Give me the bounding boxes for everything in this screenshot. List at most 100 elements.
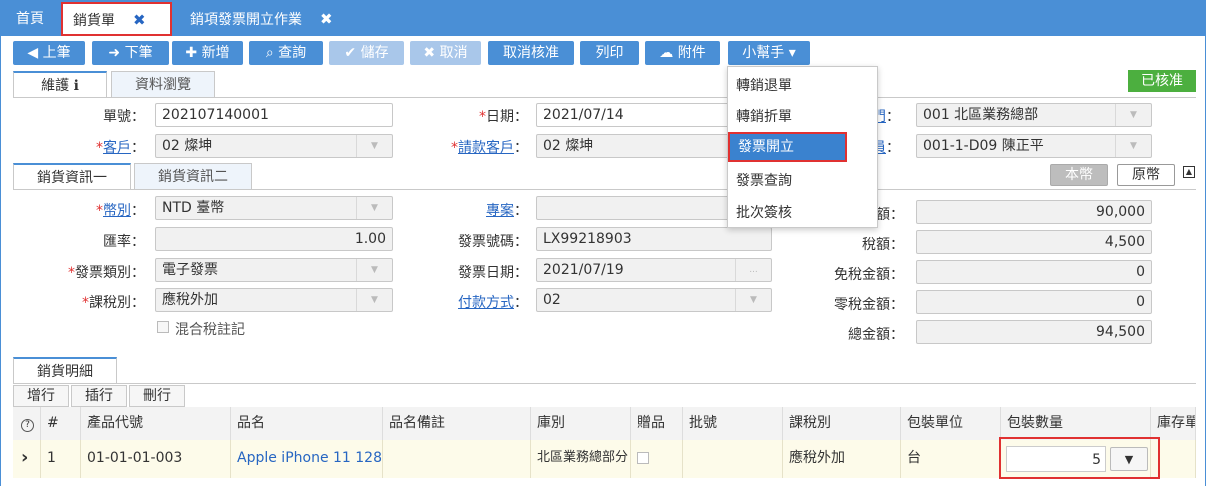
row-selected-icon[interactable]: ›: [13, 440, 41, 478]
zero-tax-label: 零稅金額：: [834, 297, 904, 313]
print-button[interactable]: 列印: [580, 41, 639, 65]
tab-info-two[interactable]: 銷貨資訊二: [134, 163, 252, 189]
close-icon[interactable]: ✖: [133, 11, 146, 29]
chevron-down-icon[interactable]: ▼: [1115, 135, 1151, 157]
tab-detail[interactable]: 銷貨明細: [13, 357, 117, 383]
menu-item-issue-invoice[interactable]: 發票開立: [728, 132, 847, 162]
chevron-down-icon[interactable]: ▼: [1115, 104, 1151, 126]
chevron-down-icon[interactable]: ▼: [356, 259, 392, 281]
mixed-tax-label: 混合稅註記: [175, 322, 245, 338]
menu-item-invoice-query[interactable]: 發票查詢: [728, 166, 877, 196]
help-icon[interactable]: ?: [13, 407, 41, 440]
col-header-gift: 贈品: [631, 407, 683, 440]
gift-checkbox[interactable]: [637, 452, 649, 464]
exempt-label: 免稅金額：: [834, 267, 904, 283]
cancel-button[interactable]: ✖ 取消: [410, 41, 481, 65]
tab-home[interactable]: 首頁: [6, 0, 54, 36]
add-row-button[interactable]: 增行: [13, 385, 69, 407]
row-name[interactable]: Apple iPhone 11 128G: [231, 440, 383, 478]
row-batch[interactable]: [683, 440, 783, 478]
chevron-down-icon[interactable]: ▼: [356, 197, 392, 219]
qty-input[interactable]: 5: [1006, 446, 1106, 472]
mixed-tax-checkbox[interactable]: [157, 321, 169, 333]
customer-field[interactable]: 02 燦坤 ▼: [155, 134, 393, 158]
add-button[interactable]: ✚ 新增: [172, 41, 243, 65]
row-tax[interactable]: 應稅外加: [783, 440, 901, 478]
rate-label: 匯率：: [103, 234, 145, 250]
doc-no-label: 單號：: [103, 109, 145, 125]
original-currency-button[interactable]: 原幣: [1117, 164, 1175, 186]
chevron-down-icon[interactable]: ▼: [356, 289, 392, 311]
close-icon[interactable]: ✖: [320, 10, 333, 28]
zero-tax-field[interactable]: 0: [916, 290, 1152, 314]
info-icon: ℹ: [73, 78, 79, 94]
row-note[interactable]: [383, 440, 531, 478]
tab-invoice-issue-label: 銷項發票開立作業: [190, 12, 302, 28]
total-label: 總金額：: [848, 327, 904, 343]
amount-field[interactable]: 90,000: [916, 200, 1152, 224]
attach-button[interactable]: ☁ 附件: [645, 41, 720, 65]
menu-item-sales-discount[interactable]: 轉銷折單: [728, 102, 877, 132]
menu-item-batch-approve[interactable]: 批次簽核: [728, 198, 877, 228]
col-header-name: 品名: [231, 407, 383, 440]
project-field[interactable]: [536, 196, 736, 220]
col-header-unit: 包裝單位: [901, 407, 1001, 440]
row-gift[interactable]: [631, 440, 683, 478]
bill-customer-field[interactable]: 02 燦坤: [536, 134, 736, 158]
next-button[interactable]: ➜ 下筆: [92, 41, 169, 65]
doc-no-field[interactable]: 202107140001: [155, 103, 393, 127]
payment-field[interactable]: 02 ▼: [536, 288, 772, 312]
tax-type-label: *課稅別：: [82, 295, 145, 311]
tab-info-one[interactable]: 銷貨資訊一: [13, 163, 131, 189]
collapse-icon[interactable]: ▲: [1183, 166, 1195, 178]
col-header-batch: 批號: [683, 407, 783, 440]
tab-maintain-label: 維護: [41, 78, 70, 94]
chevron-down-icon[interactable]: ▼: [356, 135, 392, 157]
date-label: *日期：: [479, 109, 528, 125]
tab-maintain[interactable]: 維護 ℹ: [13, 71, 107, 97]
local-currency-button[interactable]: 本幣: [1050, 164, 1108, 186]
exempt-field[interactable]: 0: [916, 260, 1152, 284]
query-button[interactable]: ⌕ 查詢: [249, 41, 323, 65]
col-header-note: 品名備註: [383, 407, 531, 440]
divider: [13, 189, 1196, 190]
row-warehouse[interactable]: 北區業務總部分: [531, 440, 631, 478]
dept-field[interactable]: 001 北區業務總部 ▼: [916, 103, 1152, 127]
invoice-no-label: 發票號碼：: [458, 234, 528, 250]
qty-dropdown-button[interactable]: ▼: [1110, 447, 1148, 471]
col-header-code: 產品代號: [81, 407, 231, 440]
rate-field[interactable]: 1.00: [155, 227, 393, 251]
tax-type-field[interactable]: 應稅外加 ▼: [155, 288, 393, 312]
tab-invoice-issue[interactable]: 銷項發票開立作業 ✖: [180, 0, 343, 36]
col-header-qty: 包裝數量: [1001, 407, 1151, 440]
delete-row-button[interactable]: 刪行: [129, 385, 185, 407]
tab-home-label: 首頁: [16, 11, 44, 27]
staff-field[interactable]: 001-1-D09 陳正平 ▼: [916, 134, 1152, 158]
divider: [13, 97, 1196, 98]
status-badge: 已核准: [1128, 70, 1196, 92]
row-unit[interactable]: 台: [901, 440, 1001, 478]
tab-browse[interactable]: 資料瀏覽: [111, 71, 215, 97]
invoice-no-field[interactable]: LX99218903: [536, 227, 772, 251]
prev-button[interactable]: ◀ 上筆: [13, 41, 85, 65]
invoice-type-label: *發票類別：: [68, 265, 145, 281]
chevron-down-icon[interactable]: ▼: [735, 289, 771, 311]
tax-field[interactable]: 4,500: [916, 230, 1152, 254]
insert-row-button[interactable]: 插行: [71, 385, 127, 407]
divider: [13, 383, 1196, 384]
payment-label: 付款方式：: [458, 295, 528, 311]
currency-field[interactable]: NTD 臺幣 ▼: [155, 196, 393, 220]
date-field[interactable]: 2021/07/14: [536, 103, 736, 127]
tab-sales-order[interactable]: 銷貨單 ✖: [61, 2, 172, 36]
invoice-date-label: 發票日期：: [458, 265, 528, 281]
unapprove-button[interactable]: 取消核准: [488, 41, 574, 65]
total-field[interactable]: 94,500: [916, 320, 1152, 344]
col-header-no: #: [41, 407, 81, 440]
invoice-type-field[interactable]: 電子發票 ▼: [155, 258, 393, 282]
menu-item-sales-return[interactable]: 轉銷退單: [728, 71, 877, 101]
date-picker-button[interactable]: ...: [735, 259, 771, 281]
invoice-date-field[interactable]: 2021/07/19...: [536, 258, 772, 282]
helper-button[interactable]: 小幫手 ▾: [728, 41, 810, 65]
save-button[interactable]: ✔ 儲存: [329, 41, 404, 65]
row-code[interactable]: 01-01-01-003: [81, 440, 231, 478]
